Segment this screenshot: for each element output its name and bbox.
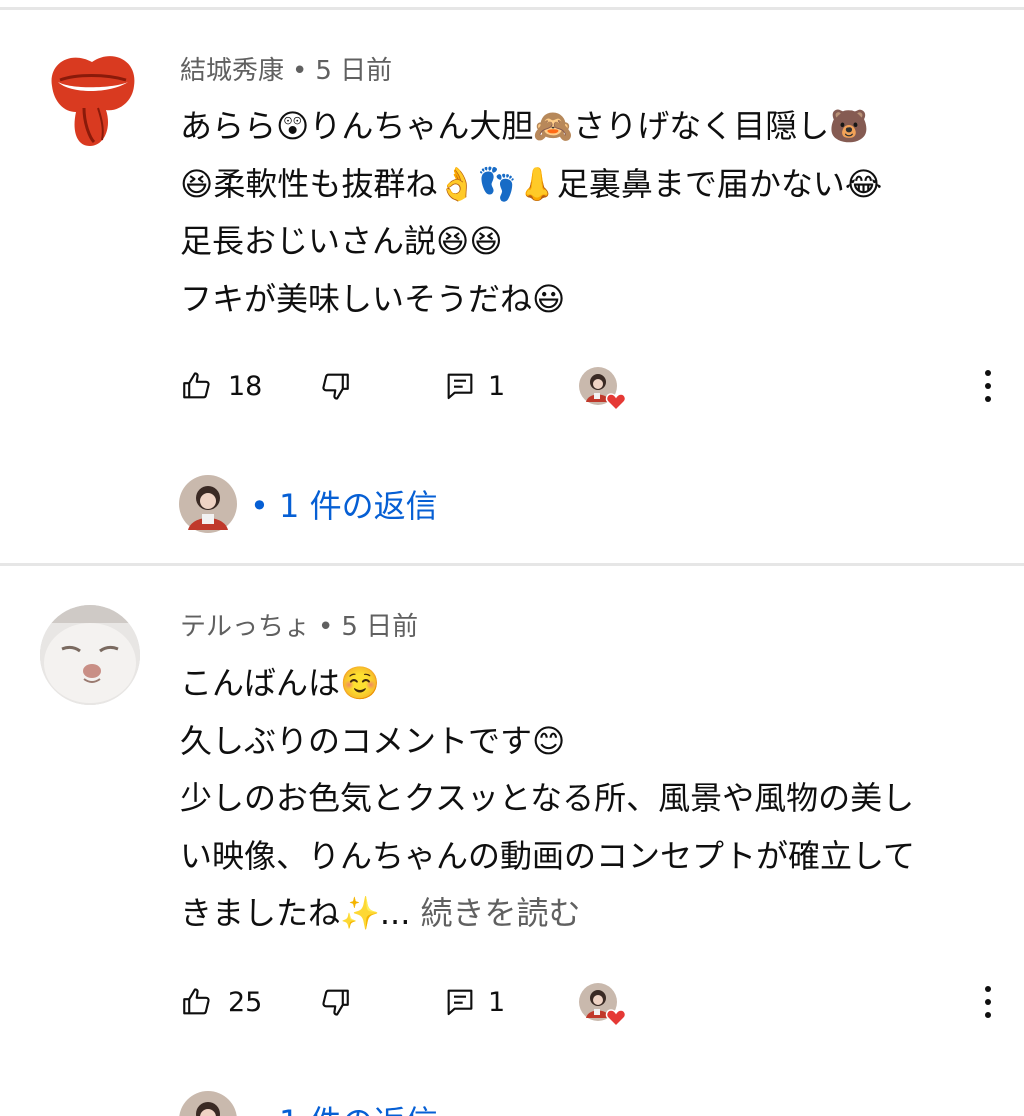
comment-actions: 25 1 xyxy=(180,982,1000,1028)
like-count: 25 xyxy=(228,986,263,1018)
comment-line: 😆柔軟性も抜群ね👌👣👃足裏鼻まで届かない😂 xyxy=(180,164,883,203)
thumb-down-icon xyxy=(322,989,349,1016)
like-button[interactable]: 18 xyxy=(180,366,262,406)
reply-count: 1 xyxy=(488,986,506,1018)
thumb-up-icon xyxy=(183,988,210,1015)
meta-separator: • xyxy=(318,612,334,642)
rolling-stones-tongue-logo xyxy=(51,56,135,146)
creator-heart-avatar xyxy=(579,983,627,1028)
comment-menu-button[interactable] xyxy=(976,982,1000,1022)
view-replies-button[interactable]: • 1 件の返信 xyxy=(178,1090,438,1116)
comment-line-text: きましたね✨... xyxy=(180,894,411,932)
comment-line: フキが美味しいそうだね😃 xyxy=(180,279,566,318)
heart-icon xyxy=(605,393,627,412)
cat-photo-avatar xyxy=(40,605,140,705)
creator-heart xyxy=(578,366,630,416)
dislike-button[interactable] xyxy=(318,366,352,406)
creator-heart xyxy=(578,982,630,1032)
comment-time[interactable]: 5 日前 xyxy=(341,612,418,642)
comment-meta: テルっちょ • 5 日前 xyxy=(180,606,418,643)
divider xyxy=(0,563,1024,566)
comment-menu-button[interactable] xyxy=(976,366,1000,406)
comment-line: 足長おじいさん説😆😆 xyxy=(180,222,503,260)
reply-button[interactable]: 1 xyxy=(444,366,505,406)
meta-separator: • xyxy=(292,56,308,86)
read-more-link[interactable]: 続きを読む xyxy=(421,894,581,932)
author-avatar[interactable] xyxy=(46,46,136,150)
comment-line: きましたね✨... 続きを読む xyxy=(180,885,990,943)
comment-time[interactable]: 5 日前 xyxy=(315,56,392,86)
reply-button[interactable]: 1 xyxy=(444,982,505,1022)
comment-meta: 結城秀康 • 5 日前 xyxy=(180,50,392,87)
comment-text: あらら😲りんちゃん大胆🙈さりげなく目隠し🐻 😆柔軟性も抜群ね👌👣👃足裏鼻まで届か… xyxy=(180,98,990,328)
dislike-button[interactable] xyxy=(318,982,352,1022)
author-name[interactable]: テルっちょ xyxy=(180,612,310,642)
comment-line: 少しのお色気とクスッとなる所、風景や風物の美し xyxy=(180,779,915,817)
comment-text: こんばんは☺️ 久しぶりのコメントです😊 少しのお色気とクスッとなる所、風景や風… xyxy=(180,655,990,943)
replies-count-label[interactable]: • 1 件の返信 xyxy=(250,1097,438,1116)
thumb-down-icon xyxy=(322,373,349,400)
like-count: 18 xyxy=(228,370,263,402)
comment-icon xyxy=(447,373,473,400)
replies-count-label[interactable]: • 1 件の返信 xyxy=(250,481,438,527)
author-name[interactable]: 結城秀康 xyxy=(180,56,284,86)
comment-line: あらら😲りんちゃん大胆🙈さりげなく目隠し🐻 xyxy=(180,107,870,145)
creator-heart-avatar xyxy=(579,367,627,412)
view-replies-button[interactable]: • 1 件の返信 xyxy=(178,474,438,534)
comments-page: 結城秀康 • 5 日前 あらら😲りんちゃん大胆🙈さりげなく目隠し🐻 😆柔軟性も抜群ね… xyxy=(0,0,1024,1116)
comment-actions: 18 1 xyxy=(180,366,1000,412)
reply-count: 1 xyxy=(488,370,506,402)
replier-avatar xyxy=(179,1091,237,1116)
comment-line: 久しぶりのコメントです😊 xyxy=(180,721,566,760)
comment-line: い映像、りんちゃんの動画のコンセプトが確立して xyxy=(180,836,916,875)
comment-icon xyxy=(447,989,473,1016)
like-button[interactable]: 25 xyxy=(180,982,262,1022)
heart-icon xyxy=(605,1009,627,1028)
divider xyxy=(0,7,1024,10)
more-vert-icon xyxy=(985,370,991,402)
thumb-up-icon xyxy=(183,372,210,399)
author-avatar[interactable] xyxy=(40,605,140,705)
more-vert-icon xyxy=(985,986,991,1018)
replier-avatar xyxy=(179,475,237,533)
comment-line: こんばんは☺️ xyxy=(180,664,380,702)
